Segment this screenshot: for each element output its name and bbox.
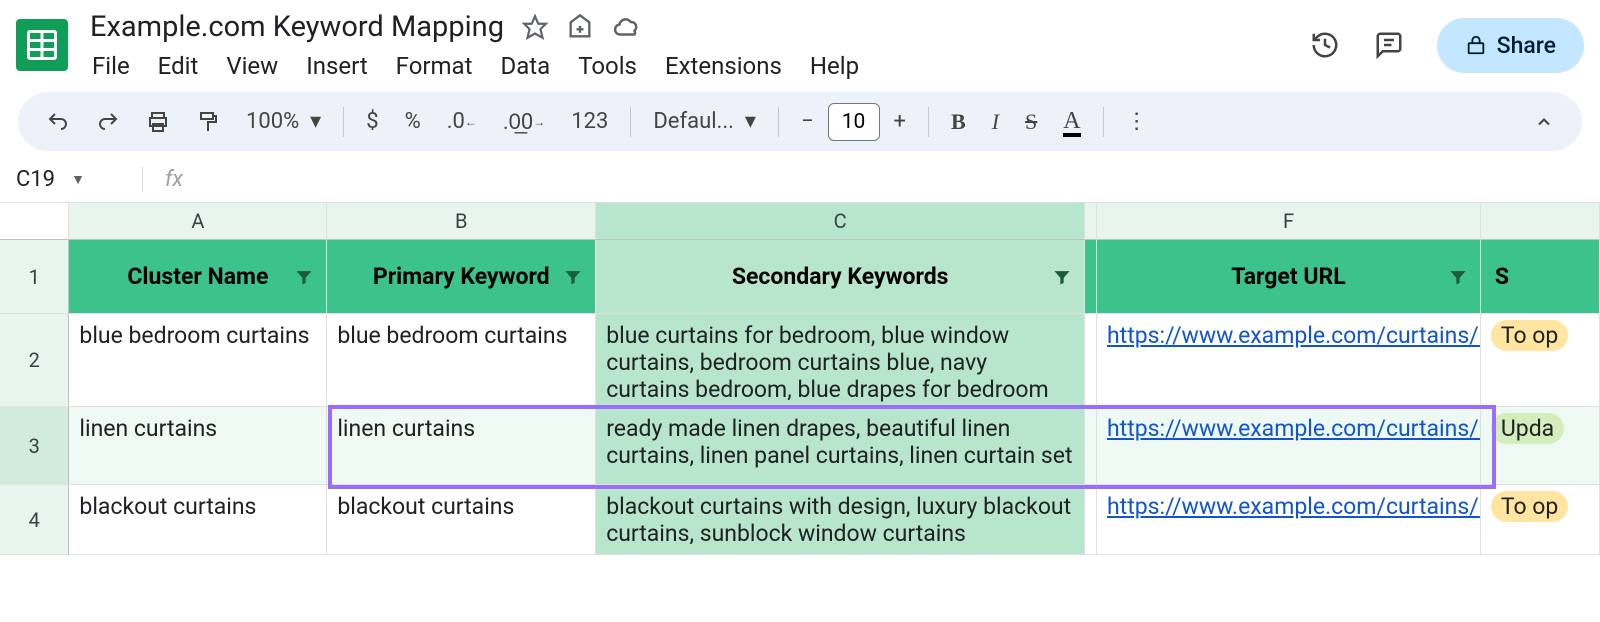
column-header-f[interactable]: F <box>1097 203 1481 240</box>
select-all-corner[interactable] <box>0 203 69 240</box>
row-header-2[interactable]: 2 <box>0 314 69 407</box>
menu-help[interactable]: Help <box>810 52 859 80</box>
fx-label: fx <box>142 167 183 192</box>
filter-icon[interactable] <box>1052 267 1072 287</box>
toolbar: 100% ▾ $ % .0← .0̲0→ 123 Defaul... ▾ − +… <box>18 92 1582 151</box>
column-header-c[interactable]: C <box>596 203 1085 240</box>
filter-icon[interactable] <box>563 267 583 287</box>
print-button[interactable] <box>136 102 180 142</box>
menu-extensions[interactable]: Extensions <box>665 52 782 80</box>
menu-bar: File Edit View Insert Format Data Tools … <box>90 52 1309 80</box>
cell-a4[interactable]: blackout curtains <box>69 485 327 555</box>
link[interactable]: https://www.example.com/curtains/bedroom… <box>1107 493 1481 520</box>
cell-f4[interactable]: https://www.example.com/curtains/bedroom… <box>1097 485 1481 555</box>
menu-tools[interactable]: Tools <box>578 52 637 80</box>
history-icon[interactable] <box>1309 29 1341 61</box>
header-status[interactable]: S <box>1481 240 1600 314</box>
increase-font-button[interactable]: + <box>884 101 916 142</box>
font-size-input[interactable] <box>828 103 880 141</box>
menu-file[interactable]: File <box>92 52 130 80</box>
zoom-select[interactable]: 100% ▾ <box>236 101 331 142</box>
cell-f3[interactable]: https://www.example.com/curtains/linen/ <box>1097 407 1481 485</box>
link[interactable]: https://www.example.com/curtains/bedroom… <box>1107 322 1481 349</box>
share-button[interactable]: Share <box>1437 18 1584 73</box>
header-cluster-name[interactable]: Cluster Name <box>69 240 327 314</box>
link[interactable]: https://www.example.com/curtains/linen/ <box>1107 415 1481 442</box>
row-header-1[interactable]: 1 <box>0 240 69 314</box>
percent-button[interactable]: % <box>395 101 431 142</box>
strikethrough-button[interactable]: S <box>1015 101 1047 143</box>
star-icon[interactable] <box>522 14 548 40</box>
menu-insert[interactable]: Insert <box>306 52 367 80</box>
move-icon[interactable] <box>566 13 594 41</box>
menu-edit[interactable]: Edit <box>158 52 199 80</box>
filter-icon[interactable] <box>294 267 314 287</box>
share-label: Share <box>1497 32 1556 59</box>
cell-g2[interactable]: To op <box>1481 314 1600 407</box>
cell-a2[interactable]: blue bedroom curtains <box>69 314 327 407</box>
redo-button[interactable] <box>86 102 130 142</box>
header-secondary-keywords[interactable]: Secondary Keywords <box>596 240 1085 314</box>
increase-decimal-button[interactable]: .0̲0→ <box>493 101 555 143</box>
cell-b3[interactable]: linen curtains <box>327 407 596 485</box>
paint-format-button[interactable] <box>186 102 230 142</box>
row-header-3[interactable]: 3 <box>0 407 69 485</box>
text-color-button[interactable]: A <box>1053 100 1090 143</box>
cell-g4[interactable]: To op <box>1481 485 1600 555</box>
menu-data[interactable]: Data <box>500 52 550 80</box>
cell-a3[interactable]: linen curtains <box>69 407 327 485</box>
bold-button[interactable]: B <box>941 101 976 143</box>
header-target-url[interactable]: Target URL <box>1097 240 1481 314</box>
cell-f2[interactable]: https://www.example.com/curtains/bedroom… <box>1097 314 1481 407</box>
cell-b2[interactable]: blue bedroom curtains <box>327 314 596 407</box>
document-title[interactable]: Example.com Keyword Mapping <box>90 10 504 44</box>
decrease-font-button[interactable]: − <box>791 101 824 142</box>
column-header-b[interactable]: B <box>327 203 596 240</box>
sheets-logo[interactable] <box>16 19 68 71</box>
decrease-decimal-button[interactable]: .0← <box>437 101 487 142</box>
cell-c3[interactable]: ready made linen drapes, beautiful linen… <box>596 407 1085 485</box>
title-section: Example.com Keyword Mapping File Edit Vi… <box>90 10 1309 80</box>
column-header-g[interactable] <box>1481 203 1600 240</box>
menu-format[interactable]: Format <box>396 52 473 80</box>
italic-button[interactable]: I <box>982 101 1009 143</box>
lock-icon <box>1465 34 1487 56</box>
column-header-a[interactable]: A <box>69 203 327 240</box>
formula-bar: C19▼ fx <box>0 157 1600 203</box>
format-number-button[interactable]: 123 <box>561 101 618 142</box>
menu-view[interactable]: View <box>226 52 278 80</box>
spreadsheet-grid: A B C F 1 Cluster Name Primary Keyword S… <box>0 203 1600 555</box>
currency-button[interactable]: $ <box>356 101 388 142</box>
cell-c2[interactable]: blue curtains for bedroom, blue window c… <box>596 314 1085 407</box>
filter-icon[interactable] <box>1448 267 1468 287</box>
hidden-columns-indicator[interactable] <box>1085 203 1097 240</box>
more-formatting-button[interactable]: ⋮ <box>1116 101 1158 142</box>
cell-g3[interactable]: Upda <box>1481 407 1600 485</box>
font-select[interactable]: Defaul... ▾ <box>643 101 766 142</box>
header-primary-keyword[interactable]: Primary Keyword <box>327 240 596 314</box>
cloud-icon[interactable] <box>612 12 642 42</box>
cell-c4[interactable]: blackout curtains with design, luxury bl… <box>596 485 1085 555</box>
comment-icon[interactable] <box>1373 29 1405 61</box>
title-bar: Example.com Keyword Mapping File Edit Vi… <box>0 0 1600 82</box>
name-box[interactable]: C19▼ <box>8 167 108 192</box>
collapse-toolbar-button[interactable] <box>1524 104 1564 140</box>
cell-b4[interactable]: blackout curtains <box>327 485 596 555</box>
undo-button[interactable] <box>36 102 80 142</box>
row-header-4[interactable]: 4 <box>0 485 69 555</box>
